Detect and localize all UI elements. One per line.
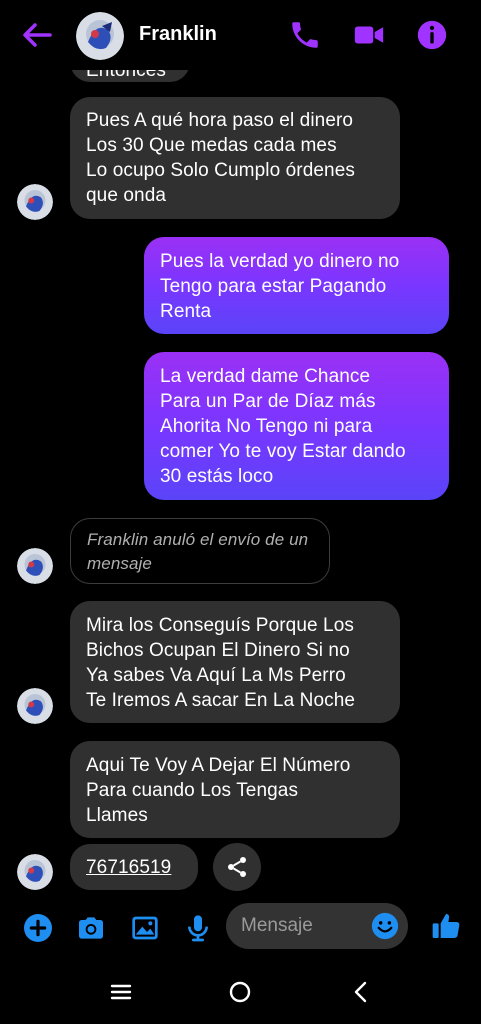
message-text: Ya sabes Va Aquí La Ms Perro: [86, 665, 346, 686]
message-text: Mira los Conseguís Porque Los: [86, 615, 354, 636]
thumbs-up-icon[interactable]: [430, 910, 462, 942]
info-icon[interactable]: [415, 18, 449, 52]
message-bubble-incoming[interactable]: 76716519: [70, 844, 198, 890]
message-text: comer Yo te voy Estar dando: [160, 441, 406, 462]
plus-icon[interactable]: [22, 912, 54, 944]
share-icon[interactable]: [213, 843, 261, 891]
message-bubble-incoming[interactable]: Aqui Te Voy A Dejar El Número Para cuand…: [70, 741, 400, 838]
avatar[interactable]: [76, 12, 124, 60]
microphone-icon[interactable]: [182, 912, 214, 944]
notice-text: Franklin anuló el envío de un: [87, 530, 309, 549]
message-bubble-outgoing[interactable]: La verdad dame Chance Para un Par de Día…: [144, 352, 449, 500]
message-text: 30 estás loco: [160, 466, 274, 487]
avatar[interactable]: [17, 688, 53, 724]
back-arrow-icon[interactable]: [20, 20, 54, 50]
message-text: Lo ocupo Solo Cumplo órdenes: [86, 160, 355, 181]
message-text: Llames: [86, 805, 148, 826]
message-text: Te Iremos A sacar En La Noche: [86, 690, 356, 711]
message-text: Aqui Te Voy A Dejar El Número: [86, 755, 351, 776]
contact-name[interactable]: Franklin: [139, 23, 217, 46]
video-camera-icon[interactable]: [352, 18, 386, 52]
message-input-placeholder: Mensaje: [241, 915, 313, 936]
phone-number-link[interactable]: 76716519: [86, 855, 182, 880]
emoji-icon[interactable]: [370, 911, 400, 941]
message-text: Pues la verdad yo dinero no: [160, 251, 400, 272]
message-text: Tengo para estar Pagando: [160, 276, 387, 297]
message-text: Renta: [160, 301, 212, 322]
back-nav-icon[interactable]: [347, 978, 375, 1006]
message-text: Bichos Ocupan El Dinero Si no: [86, 640, 350, 661]
home-icon[interactable]: [226, 978, 254, 1006]
message-text: Para un Par de Díaz más: [160, 391, 376, 412]
notice-text: mensaje: [87, 554, 152, 573]
avatar[interactable]: [17, 548, 53, 584]
unsent-message-notice: Franklin anuló el envío de un mensaje: [70, 518, 330, 584]
message-list[interactable]: Entonces Pues A qué hora paso el dinero …: [0, 60, 481, 900]
avatar[interactable]: [17, 184, 53, 220]
message-composer: Mensaje: [0, 898, 481, 958]
message-text: Para cuando Los Tengas: [86, 780, 299, 801]
camera-icon[interactable]: [75, 912, 107, 944]
avatar[interactable]: [17, 854, 53, 890]
message-text: que onda: [86, 185, 167, 206]
recent-apps-icon[interactable]: [107, 978, 135, 1006]
message-text: Ahorita No Tengo ni para: [160, 416, 373, 437]
message-bubble-incoming[interactable]: Mira los Conseguís Porque Los Bichos Ocu…: [70, 601, 400, 723]
phone-icon[interactable]: [288, 18, 322, 52]
message-text: Pues A qué hora paso el dinero: [86, 110, 354, 131]
message-text: Los 30 Que medas cada mes: [86, 135, 337, 156]
message-input[interactable]: Mensaje: [226, 903, 408, 949]
image-icon[interactable]: [129, 912, 161, 944]
chat-header: Franklin: [0, 0, 481, 70]
message-text: La verdad dame Chance: [160, 366, 371, 387]
message-bubble-outgoing[interactable]: Pues la verdad yo dinero no Tengo para e…: [144, 237, 449, 334]
message-bubble-incoming[interactable]: Pues A qué hora paso el dinero Los 30 Qu…: [70, 97, 400, 219]
system-nav-bar: [0, 960, 481, 1024]
